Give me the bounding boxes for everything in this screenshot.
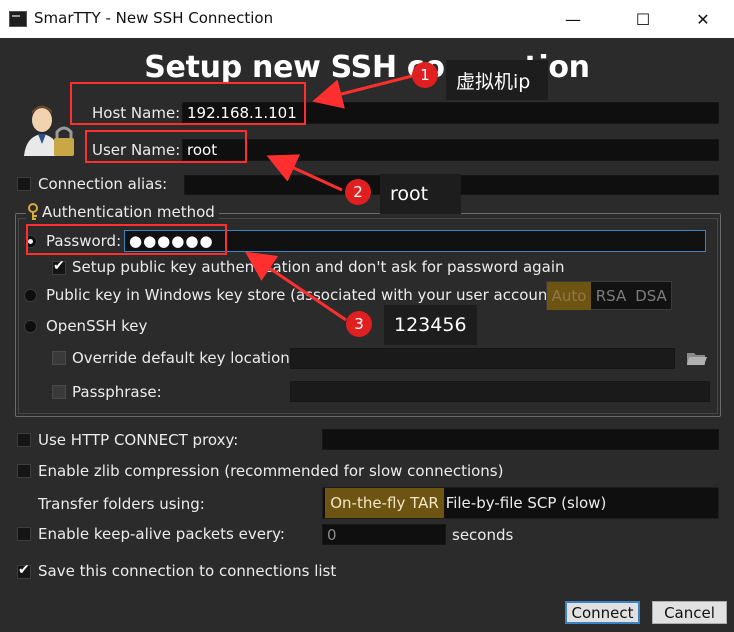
annotation-badge-1: 1 (412, 62, 438, 88)
annotation-tip-host: 虚拟机ip (446, 60, 548, 100)
annotation-tip-user: root (380, 174, 461, 214)
annotation-tip-password: 123456 (384, 305, 477, 345)
annotation-badge-2: 2 (345, 179, 371, 205)
annotation-badge-3: 3 (346, 311, 372, 337)
